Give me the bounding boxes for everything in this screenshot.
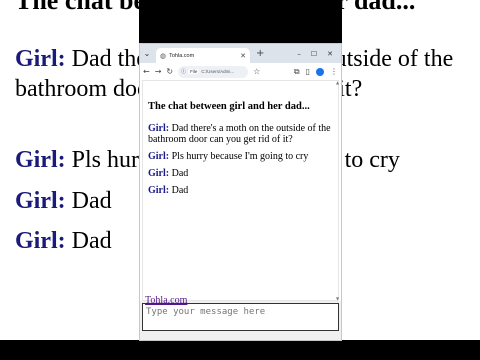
letterbox-bottom bbox=[139, 341, 342, 360]
tab-title: Tohla.com bbox=[169, 52, 195, 59]
kebab-menu-icon[interactable]: ⋮ bbox=[330, 67, 338, 76]
page-content: The chat between girl and her dad... Gir… bbox=[142, 80, 339, 301]
info-icon[interactable]: ⓘ bbox=[181, 68, 186, 75]
profile-icon[interactable] bbox=[316, 67, 324, 76]
scrollbar[interactable]: ▲ ▼ bbox=[336, 80, 340, 301]
message-list: Girl: Dad there's a moth on the outside … bbox=[148, 123, 334, 202]
minimize-icon[interactable]: – bbox=[297, 50, 301, 58]
message-text: Pls hurry because I'm going to cry bbox=[171, 151, 309, 162]
address-bar[interactable]: ⓘ File C:/Users/Admi... bbox=[178, 65, 249, 78]
footer-link[interactable]: Tohla.com bbox=[145, 295, 187, 306]
browser-tab[interactable]: ◍ Tohla.com ✕ bbox=[156, 48, 250, 63]
back-arrow-icon[interactable]: ← bbox=[143, 67, 150, 76]
sender-label: Girl: bbox=[148, 168, 170, 179]
scroll-up-icon[interactable]: ▲ bbox=[336, 80, 339, 85]
sidebar-icon[interactable]: ▯ bbox=[306, 67, 310, 76]
maximize-icon[interactable]: ☐ bbox=[311, 50, 317, 58]
message-text: Dad bbox=[171, 185, 189, 196]
chevron-down-icon[interactable]: ⌄ bbox=[140, 44, 154, 63]
star-icon[interactable]: ☆ bbox=[253, 67, 260, 76]
reload-icon[interactable]: ↻ bbox=[166, 67, 173, 76]
close-icon[interactable]: ✕ bbox=[327, 50, 333, 58]
forward-arrow-icon[interactable]: → bbox=[155, 67, 162, 76]
letterbox-top bbox=[139, 0, 342, 43]
list-item: Girl: Pls hurry because I'm going to cry bbox=[148, 151, 334, 162]
list-item: Girl: Dad bbox=[148, 185, 334, 196]
input-area bbox=[140, 301, 341, 340]
close-icon[interactable]: ✕ bbox=[240, 52, 246, 60]
message-input[interactable] bbox=[142, 303, 339, 331]
toolbar-actions: ⧉ ▯ ⋮ bbox=[294, 67, 338, 77]
list-item: Girl: Dad bbox=[148, 168, 334, 179]
puzzle-icon[interactable]: ⧉ bbox=[294, 67, 300, 77]
window-controls: – ☐ ✕ bbox=[297, 50, 341, 58]
globe-icon: ◍ bbox=[160, 51, 167, 60]
plus-icon[interactable]: + bbox=[256, 48, 264, 59]
sender-label: Girl: bbox=[148, 151, 170, 162]
page-title: The chat between girl and her dad... bbox=[148, 101, 310, 112]
sender-label: Girl: bbox=[148, 185, 170, 196]
address-url: C:/Users/Admi... bbox=[201, 69, 235, 74]
message-text: Dad bbox=[171, 168, 189, 179]
address-chip: File bbox=[188, 69, 200, 74]
browser-toolbar: ← → ↻ ⓘ File C:/Users/Admi... ☆ ⧉ ▯ ⋮ bbox=[140, 63, 341, 80]
screen: The chat between girl and her dad... Gir… bbox=[0, 0, 480, 360]
sender-label: Girl: bbox=[148, 123, 170, 134]
message-text: Dad there's a moth on the outside of the… bbox=[148, 123, 331, 145]
tab-strip: ⌄ ◍ Tohla.com ✕ + – ☐ ✕ bbox=[140, 44, 341, 63]
list-item: Girl: Dad there's a moth on the outside … bbox=[148, 123, 334, 145]
